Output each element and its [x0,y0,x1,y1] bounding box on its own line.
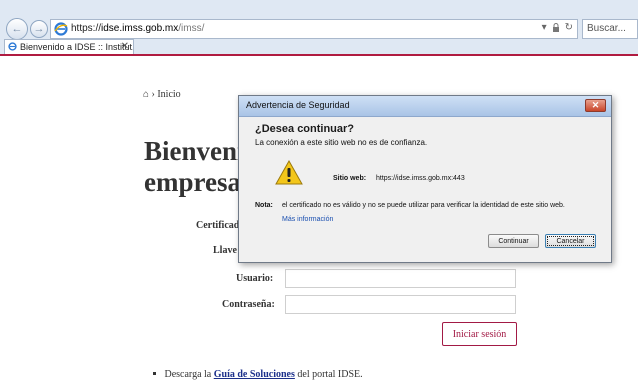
site-label: Sitio web: [333,175,367,182]
dialog-close-button[interactable]: ✕ [585,99,606,112]
continue-button[interactable]: Continuar [488,234,539,248]
url-path: /imss/ [178,23,205,34]
dropdown-arrow-icon[interactable]: ▾ [542,22,547,33]
dialog-title: Advertencia de Seguridad [246,100,350,110]
breadcrumb: ⌂ › Inicio [143,89,181,100]
tab-close-icon[interactable]: ✕ [121,41,129,52]
home-icon[interactable]: ⌂ [143,89,149,100]
login-button[interactable]: Iniciar sesión [442,322,517,346]
back-button[interactable]: ← [6,18,28,40]
ie-logo-icon [54,22,68,36]
llave-label: Llave [213,245,237,256]
contrasena-label: Contraseña: [222,299,275,310]
dialog-heading: ¿Desea continuar? [255,123,355,135]
download-note: Descarga la Guía de Soluciones del porta… [153,369,363,380]
bullet [153,372,156,375]
breadcrumb-inicio[interactable]: › Inicio [152,89,181,100]
note-label: Nota: [255,202,273,209]
back-arrow-icon: ← [11,23,23,35]
forward-arrow-icon: → [33,23,45,35]
more-info-link[interactable]: Más información [282,216,333,223]
close-icon: ✕ [591,100,600,110]
address-controls: ▾ ↻ [542,22,573,33]
tab-active[interactable]: Bienvenido a IDSE :: Institut... ✕ [4,39,134,54]
address-bar[interactable]: https://idse.imss.gob.mx/imss/ ▾ ↻ [50,19,578,39]
url-host: idse.imss.gob.mx [101,23,179,34]
cancel-button[interactable]: Cancelar [545,234,596,248]
dialog-titlebar[interactable]: Advertencia de Seguridad ✕ [239,96,611,117]
site-value: https://idse.imss.gob.mx:443 [376,175,465,182]
url-text: https://idse.imss.gob.mx/imss/ [71,23,204,34]
contrasena-input[interactable] [285,295,516,314]
browser-chrome: ← → https://idse.imss.gob.mx/imss/ ▾ ↻ B… [0,0,638,56]
dialog-subheading: La conexión a este sitio web no es de co… [255,138,428,147]
security-warning-dialog: Advertencia de Seguridad ✕ ¿Desea contin… [238,95,612,263]
note-text: el certificado no es válido y no se pued… [282,202,565,209]
usuario-label: Usuario: [236,273,274,284]
accent-divider [0,54,638,56]
warning-icon [275,160,303,185]
guia-soluciones-link[interactable]: Guía de Soluciones [214,369,295,380]
note-suffix: del portal IDSE. [297,369,363,380]
search-input[interactable]: Buscar... [582,19,638,39]
lock-icon[interactable] [552,23,560,32]
usuario-input[interactable] [285,269,516,288]
note-prefix: Descarga la [164,369,212,380]
tab-title: Bienvenido a IDSE :: Institut... [20,42,134,52]
ie-tab-icon [8,42,17,51]
refresh-icon[interactable]: ↻ [565,22,573,33]
url-scheme: https:// [71,23,102,34]
forward-button[interactable]: → [30,20,48,38]
